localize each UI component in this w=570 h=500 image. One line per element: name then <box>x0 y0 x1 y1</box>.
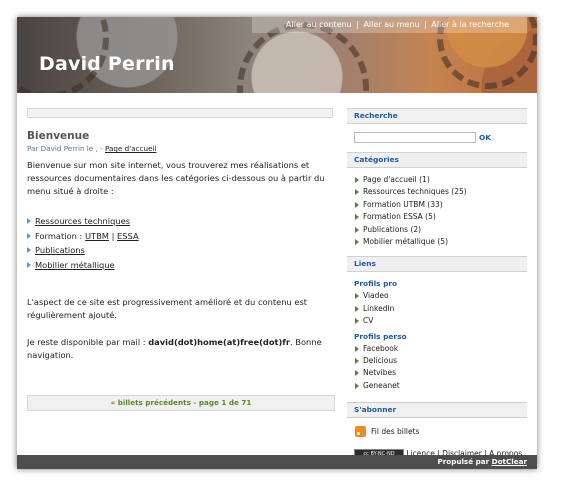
profile-link-viadeo[interactable]: Viadeo <box>347 290 527 302</box>
ressources-techniques-link[interactable]: Ressources techniques <box>35 216 130 226</box>
site-header: Aller au contenu | Aller au menu | Aller… <box>17 17 537 93</box>
category-item[interactable]: Ressources techniques (25) <box>347 186 527 198</box>
pagination-bar: « billets précédents - page 1 de 71 <box>27 395 335 411</box>
contact-email: david(dot)home(at)free(dot)fr <box>148 337 291 347</box>
profils-pro-heading: Profils pro <box>354 279 398 289</box>
post-author-date: Par David Perrin le , - <box>27 144 103 153</box>
list-item: Formation : UTBM | ESSA <box>27 229 333 244</box>
category-item[interactable]: Publications (2) <box>347 224 527 236</box>
profile-link-facebook[interactable]: Facebook <box>347 343 527 355</box>
rss-icon <box>355 426 366 438</box>
skip-to-menu-link[interactable]: Aller au menu <box>363 20 419 29</box>
profils-perso-heading: Profils perso <box>354 331 407 341</box>
search-heading: Recherche <box>347 108 527 124</box>
category-item[interactable]: Formation ESSA (5) <box>347 211 527 223</box>
mobilier-metallique-link[interactable]: Mobilier métallique <box>35 260 115 270</box>
list-item: Publications <box>27 243 333 258</box>
post-meta: Par David Perrin le , - Page d'accueil <box>27 144 333 153</box>
profile-link-netvibes[interactable]: Netvibes <box>347 367 527 379</box>
footer-powered-by: Propulsé par <box>437 457 490 466</box>
separator: | <box>111 230 115 241</box>
site-title[interactable]: David Perrin <box>39 53 175 75</box>
category-item[interactable]: Page d'accueil (1) <box>347 174 527 186</box>
dotclear-link[interactable]: DotClear <box>492 457 527 466</box>
list-item: Ressources techniques <box>27 214 333 229</box>
previous-posts-link[interactable]: « billets précédents - page 1 de 71 <box>111 398 252 407</box>
post-intro: Bienvenue sur mon site internet, vous tr… <box>27 160 325 196</box>
search-input[interactable] <box>354 132 476 143</box>
profile-link-delicious[interactable]: Delicious <box>347 355 527 367</box>
skip-nav: Aller au contenu | Aller au menu | Aller… <box>251 17 527 33</box>
post-title[interactable]: Bienvenue <box>27 130 333 142</box>
top-pager-bar <box>27 108 333 118</box>
skip-to-search-link[interactable]: Aller à la recherche <box>431 20 509 29</box>
main-content: Bienvenue Par David Perrin le , - Page d… <box>27 108 335 411</box>
sidebar: Recherche OK Catégories Page d'accueil (… <box>347 108 527 460</box>
contact-prefix: Je reste disponible par mail : <box>27 337 146 347</box>
page-frame: Aller au contenu | Aller au menu | Aller… <box>17 17 537 469</box>
list-item: Mobilier métallique <box>27 258 333 273</box>
post-contact: Je reste disponible par mail : david(dot… <box>27 336 333 362</box>
links-heading: Liens <box>347 256 527 273</box>
search-ok-button[interactable]: OK <box>479 133 491 142</box>
category-item[interactable]: Formation UTBM (33) <box>347 199 527 211</box>
categories-list: Page d'accueil (1) Ressources techniques… <box>347 174 527 248</box>
search-form: OK <box>354 132 527 143</box>
publications-link[interactable]: Publications <box>35 245 85 255</box>
formation-label: Formation : <box>35 230 83 241</box>
profile-link-geneanet[interactable]: Geneanet <box>347 380 527 392</box>
essa-link[interactable]: ESSA <box>117 231 139 241</box>
site-footer: Propulsé par DotClear <box>17 455 537 469</box>
utbm-link[interactable]: UTBM <box>85 231 109 241</box>
rss-feed-label: Fil des billets <box>371 427 420 437</box>
category-item[interactable]: Mobilier métallique (5) <box>347 236 527 248</box>
skip-to-content-link[interactable]: Aller au contenu <box>286 20 352 29</box>
post-category-link[interactable]: Page d'accueil <box>105 144 157 153</box>
post-aspect-text: L'aspect de ce site est progressivement … <box>27 297 308 320</box>
rss-feed-link[interactable]: Fil des billets <box>355 426 527 438</box>
profile-link-linkedin[interactable]: LinkedIn <box>347 303 527 315</box>
categories-heading: Catégories <box>347 152 527 168</box>
post-link-list: Ressources techniques Formation : UTBM |… <box>27 214 333 272</box>
subscribe-heading: S'abonner <box>347 402 527 419</box>
profile-link-cv[interactable]: CV <box>347 315 527 327</box>
